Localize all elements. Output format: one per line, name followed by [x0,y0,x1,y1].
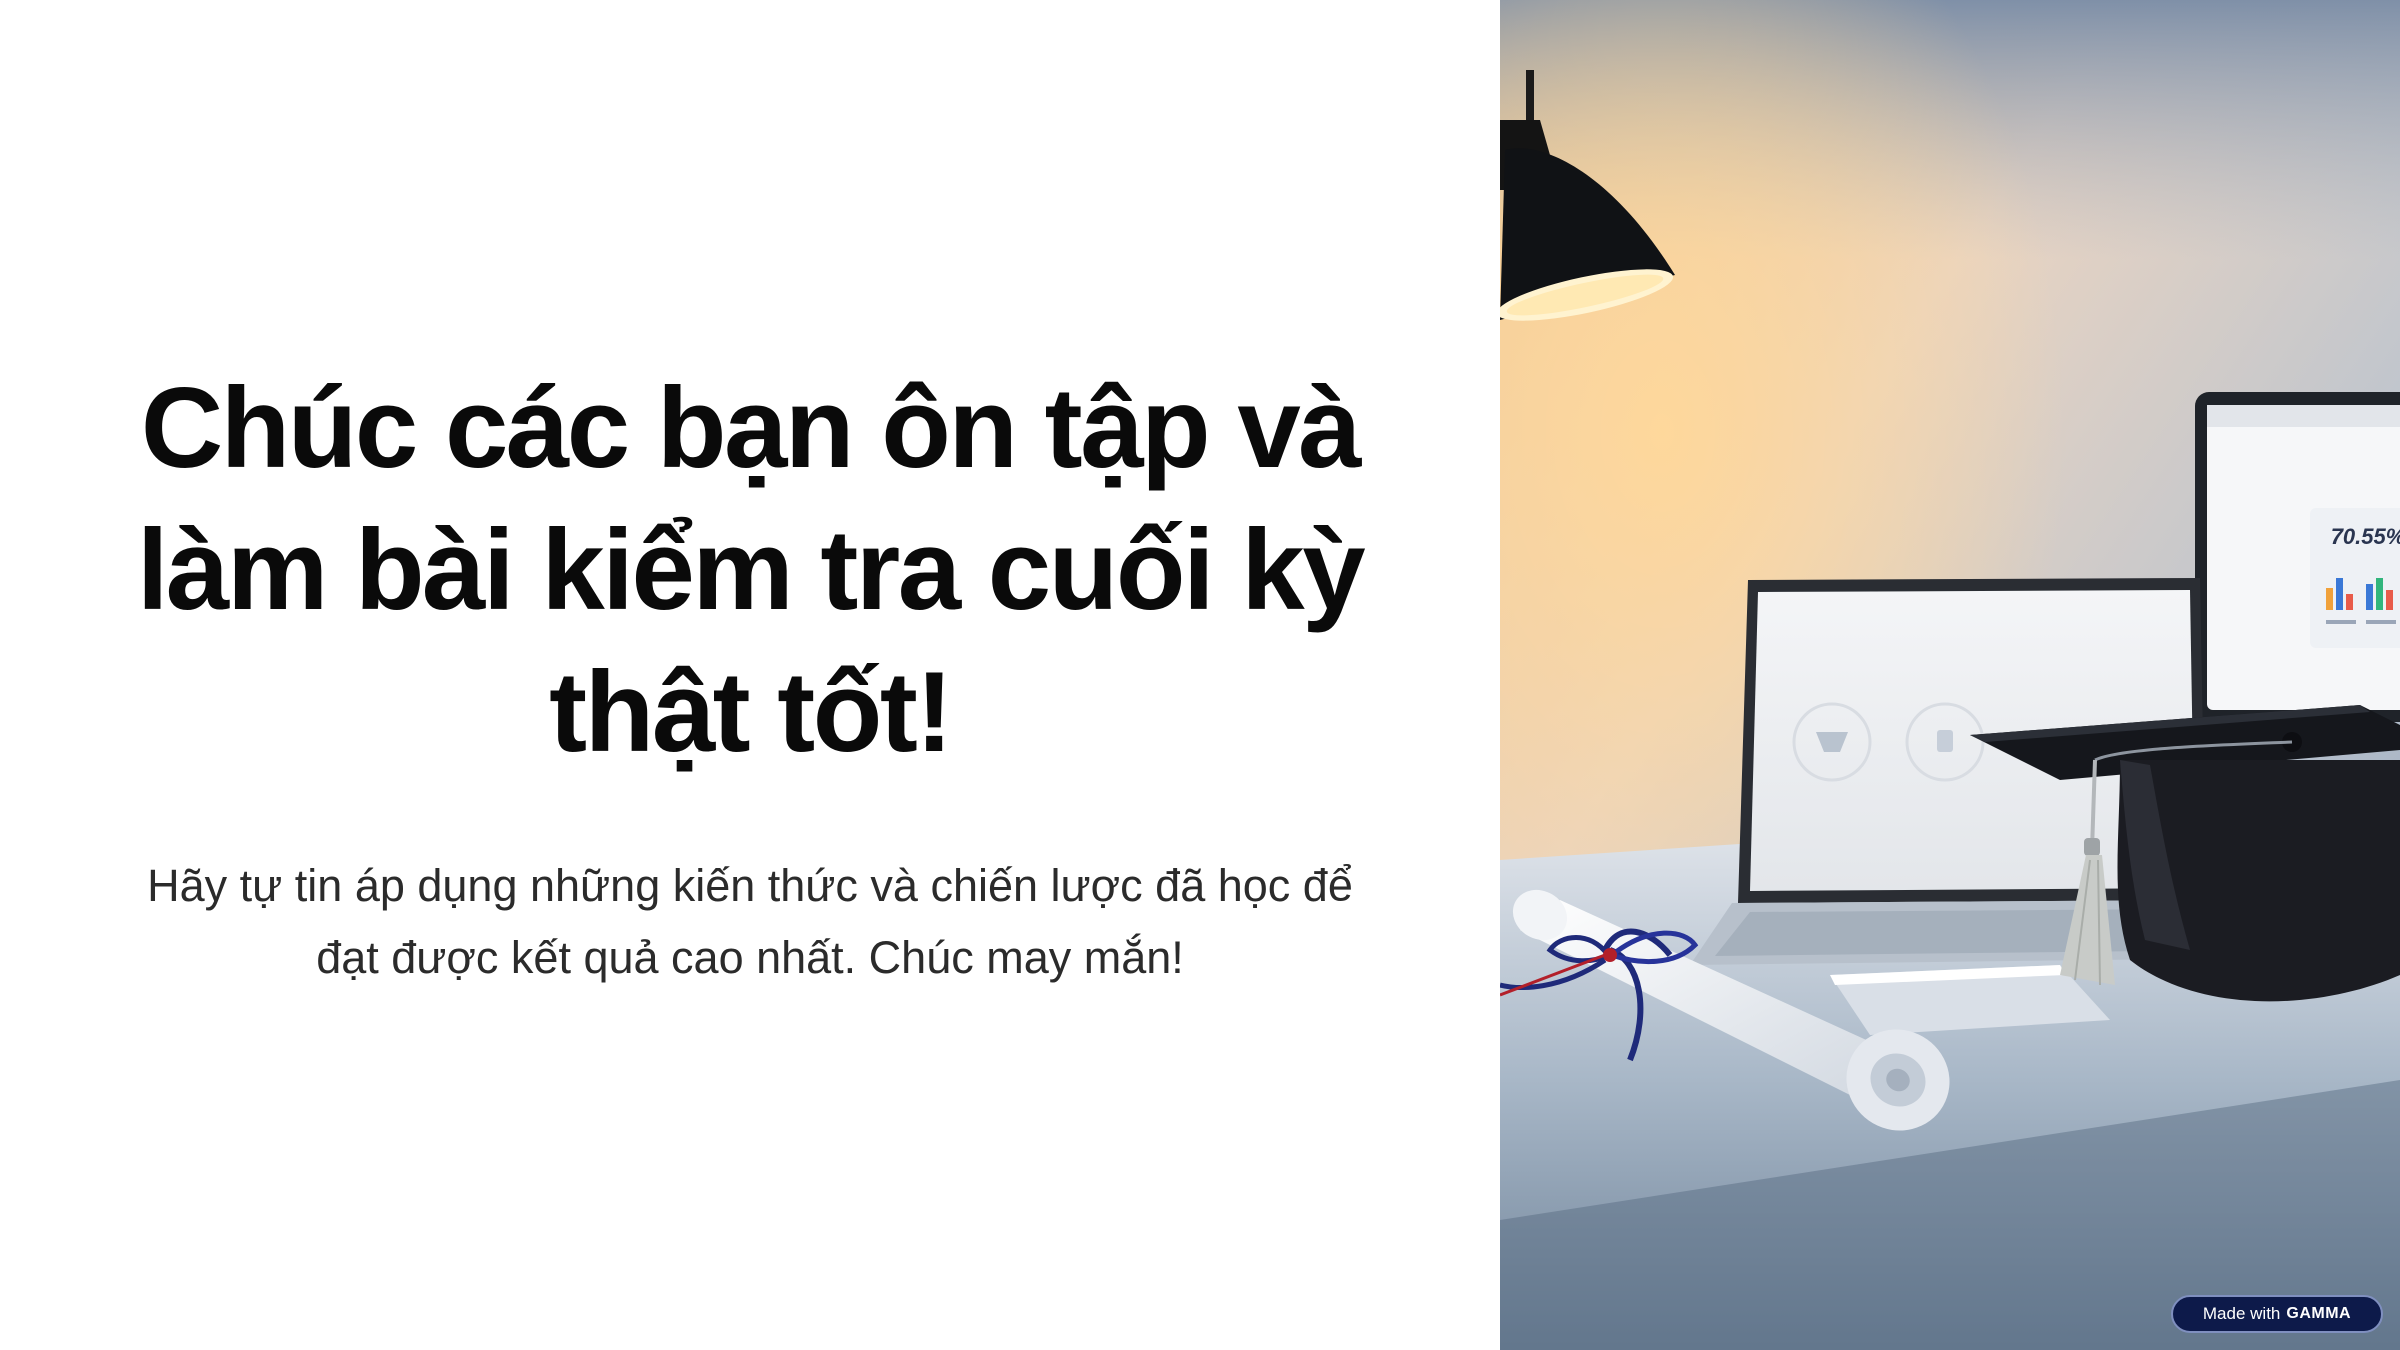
gamma-logo: GAMMA [2286,1305,2352,1322]
slide: Chúc các bạn ôn tập và làm bài kiểm tra … [0,0,2400,1350]
monitor-stat: 70.55% [2331,524,2400,549]
desk-photo: 70.55% [1500,0,2400,1350]
text-panel: Chúc các bạn ôn tập và làm bài kiểm tra … [0,0,1500,1350]
graduation-desk-illustration: 70.55% [1500,0,2400,1350]
badge-prefix: Made with [2202,1304,2281,1323]
made-with-gamma-badge[interactable]: Made with GAMMA [2171,1295,2383,1333]
slide-subtitle: Hãy tự tin áp dụng những kiến thức và ch… [147,860,1353,983]
slide-title: Chúc các bạn ôn tập và làm bài kiểm tra … [136,365,1366,776]
